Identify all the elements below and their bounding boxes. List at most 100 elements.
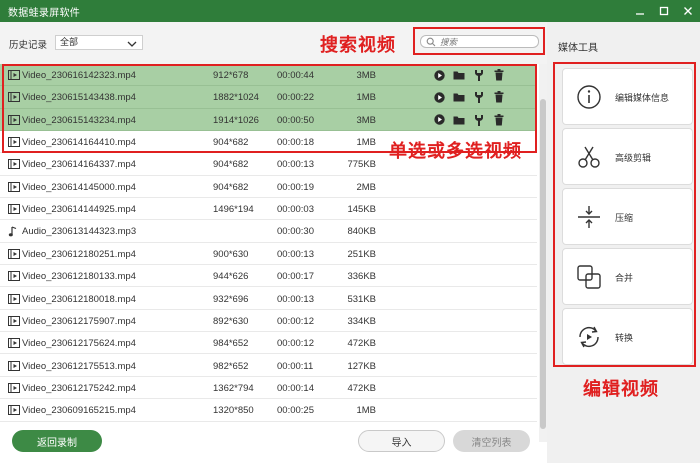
file-duration: 00:00:44 — [277, 70, 314, 81]
file-name: Video_230612175624.mp4 — [22, 338, 136, 350]
close-icon[interactable] — [676, 0, 700, 22]
tool-merge[interactable]: 合并 — [562, 248, 693, 305]
video-file-icon — [8, 360, 20, 374]
file-resolution: 1320*850 — [213, 405, 254, 417]
search-icon — [426, 37, 436, 50]
file-row[interactable]: Video_230612180018.mp4 932*696 00:00:13 531… — [0, 288, 537, 310]
file-name: Video_230614164410.mp4 — [22, 137, 136, 149]
file-row[interactable]: Video_230612175907.mp4 892*630 00:00:12 334… — [0, 310, 537, 333]
search-field[interactable] — [420, 35, 539, 48]
folder-icon[interactable] — [453, 114, 465, 126]
file-resolution: 912*678 — [213, 70, 249, 81]
file-name: Video_230614145000.mp4 — [22, 181, 136, 193]
file-size: 3MB — [356, 70, 376, 81]
video-file-icon — [8, 204, 20, 217]
file-resolution: 1914*1026 — [213, 114, 259, 126]
tool-convert[interactable]: 转换 — [562, 308, 693, 365]
scrollbar-thumb[interactable] — [540, 99, 546, 429]
file-row[interactable]: Audio_230613144323.mp3 00:00:30 840KB — [0, 220, 537, 243]
file-row[interactable]: Video_230609165215.mp4 1320*850 00:00:25 1M… — [0, 399, 537, 422]
trash-icon[interactable] — [493, 113, 505, 126]
file-size: 334KB — [347, 315, 376, 327]
history-toolbar: 历史记录 全部 搜索视频 — [0, 22, 547, 64]
scissors-icon — [576, 144, 602, 170]
file-resolution: 1362*794 — [213, 382, 254, 394]
file-size: 775KB — [347, 159, 376, 171]
file-name: Video_230612175242.mp4 — [22, 382, 136, 394]
play-icon[interactable] — [433, 91, 445, 103]
file-row[interactable]: Video_230615143438.mp4 1882*1024 00:00:22 1… — [0, 86, 537, 109]
tool-advanced-cut[interactable]: 高级剪辑 — [562, 128, 693, 185]
file-resolution: 904*682 — [213, 159, 249, 171]
file-duration: 00:00:17 — [277, 271, 314, 283]
video-file-icon — [8, 92, 20, 105]
folder-icon[interactable] — [453, 69, 465, 81]
file-row[interactable]: Video_230612175513.mp4 982*652 00:00:11 127… — [0, 355, 537, 377]
edit-tool-icon[interactable] — [473, 69, 485, 81]
search-annotation: 搜索视频 — [320, 35, 396, 55]
tool-compress[interactable]: 压缩 — [562, 188, 693, 245]
video-file-icon — [8, 181, 20, 195]
edit-tool-icon[interactable] — [473, 114, 485, 126]
file-name: Video_230612180018.mp4 — [22, 293, 136, 305]
import-button[interactable]: 导入 — [358, 430, 445, 452]
back-to-record-button[interactable]: 返回录制 — [12, 430, 102, 452]
file-name: Video_230609165215.mp4 — [22, 405, 136, 417]
play-icon[interactable] — [433, 69, 445, 81]
tool-label: 高级剪辑 — [615, 153, 652, 163]
file-resolution: 892*630 — [213, 315, 249, 327]
file-name: Video_230616142323.mp4 — [22, 70, 136, 81]
minimize-icon[interactable] — [628, 0, 652, 22]
row-actions — [433, 69, 505, 81]
file-resolution: 904*682 — [213, 137, 249, 149]
video-file-icon — [8, 248, 20, 262]
file-row[interactable]: Video_230615143234.mp4 1914*1026 00:00:50 3… — [0, 108, 537, 131]
list-scrollbar[interactable] — [539, 64, 547, 442]
history-label: 历史记录 — [9, 40, 48, 51]
file-duration: 00:00:13 — [277, 248, 314, 260]
row-actions — [433, 91, 505, 104]
video-file-icon — [8, 382, 20, 396]
file-resolution: 904*682 — [213, 181, 249, 193]
file-duration: 00:00:19 — [277, 181, 314, 193]
maximize-icon[interactable] — [652, 0, 676, 22]
history-filter-value: 全部 — [60, 37, 79, 47]
file-row[interactable]: Video_230612180251.mp4 900*630 00:00:13 251… — [0, 243, 537, 266]
video-file-icon — [8, 405, 20, 418]
file-row[interactable]: Video_230612175624.mp4 984*652 00:00:12 472… — [0, 332, 537, 355]
file-size: 251KB — [347, 248, 376, 260]
video-file-icon — [8, 315, 20, 329]
trash-icon[interactable] — [493, 91, 505, 103]
play-icon[interactable] — [433, 114, 445, 126]
tool-label: 编辑媒体信息 — [615, 93, 670, 103]
video-file-icon — [8, 159, 20, 172]
chevron-down-icon — [127, 39, 137, 52]
file-name: Video_230614144925.mp4 — [22, 204, 136, 216]
tool-label: 转换 — [615, 333, 634, 343]
file-row[interactable]: Video_230614144925.mp4 1496*194 00:00:03 14… — [0, 198, 537, 221]
file-name: Video_230612180251.mp4 — [22, 248, 136, 260]
file-row[interactable]: Video_230614145000.mp4 904*682 00:00:19 2MB — [0, 176, 537, 199]
clear-list-button[interactable]: 清空列表 — [453, 430, 530, 452]
file-duration: 00:00:12 — [277, 315, 314, 327]
file-row[interactable]: Video_230612175242.mp4 1362*794 00:00:14 47… — [0, 377, 537, 400]
file-size: 472KB — [347, 338, 376, 350]
file-row[interactable]: Video_230612180133.mp4 944*626 00:00:17 336… — [0, 265, 537, 288]
convert-icon — [576, 324, 602, 350]
search-input[interactable] — [440, 36, 535, 47]
tool-label: 合并 — [615, 273, 634, 283]
title-bar: 数据蛙录屏软件 — [0, 0, 700, 22]
file-duration: 00:00:13 — [277, 159, 314, 171]
file-row[interactable]: Video_230616142323.mp4 912*678 00:00:44 3MB — [0, 64, 537, 87]
edit-annotation: 编辑视频 — [583, 379, 659, 399]
tool-edit-media-info[interactable]: 编辑媒体信息 — [562, 68, 693, 125]
row-actions — [433, 113, 505, 126]
file-size: 3MB — [356, 114, 376, 126]
trash-icon[interactable] — [493, 69, 505, 81]
history-filter-select[interactable]: 全部 — [55, 35, 143, 50]
folder-icon[interactable] — [453, 91, 465, 103]
file-resolution: 1496*194 — [213, 204, 254, 216]
file-size: 336KB — [347, 271, 376, 283]
file-size: 1MB — [356, 405, 376, 417]
edit-tool-icon[interactable] — [473, 91, 485, 104]
